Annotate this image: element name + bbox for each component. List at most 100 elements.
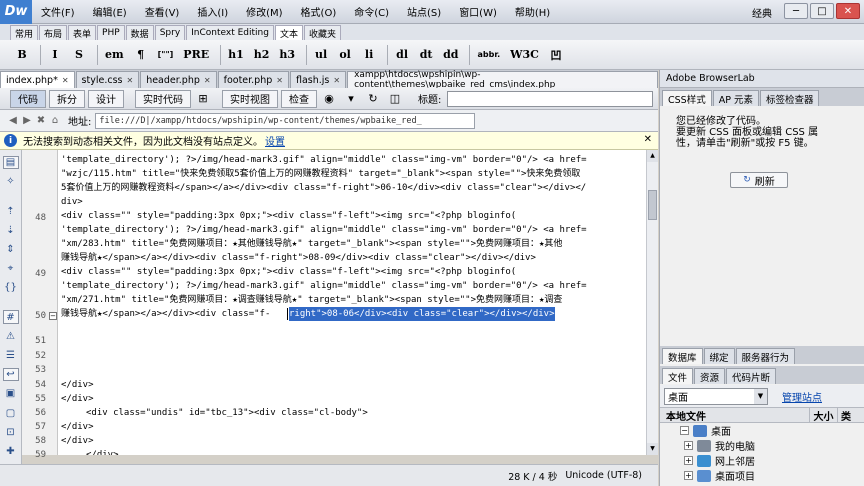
- highlight-invalid-code-icon[interactable]: ⚠: [3, 330, 19, 343]
- text-tool-11[interactable]: ol: [335, 44, 355, 66]
- code-editor[interactable]: 'template_directory'); ?>/img/head-mark3…: [58, 150, 646, 455]
- expand-icon[interactable]: +: [684, 456, 693, 465]
- setup-link[interactable]: 设置: [265, 133, 285, 148]
- info-close-icon[interactable]: ✕: [644, 134, 652, 145]
- close-tab-icon[interactable]: ✕: [333, 76, 340, 85]
- browser-check-icon[interactable]: ⊞: [194, 91, 212, 107]
- css-tab-0[interactable]: CSS样式: [662, 90, 712, 106]
- text-tool-15[interactable]: dd: [440, 44, 461, 66]
- menu-item-0[interactable]: 文件(F): [32, 4, 84, 19]
- text-tool-3[interactable]: em: [102, 44, 127, 66]
- title-input[interactable]: [447, 90, 654, 107]
- scroll-up-icon[interactable]: ▲: [647, 150, 658, 162]
- live-view-button[interactable]: 实时视图: [222, 89, 278, 108]
- close-tab-icon[interactable]: ✕: [62, 76, 69, 85]
- db-tab-0[interactable]: 数据库: [662, 348, 703, 364]
- files-tab-0[interactable]: 文件: [662, 368, 694, 384]
- insert-tab-1[interactable]: 布局: [39, 25, 68, 40]
- menu-item-8[interactable]: 窗口(W): [450, 4, 506, 19]
- menu-item-1[interactable]: 编辑(E): [84, 4, 136, 19]
- inspect-button[interactable]: 检查: [281, 89, 317, 108]
- browserlab-panel-header[interactable]: Adobe BrowserLab: [660, 70, 864, 88]
- text-tool-2[interactable]: S: [69, 44, 89, 66]
- text-tool-5[interactable]: [""]: [155, 44, 177, 66]
- stop-icon[interactable]: ✖: [34, 115, 48, 126]
- view-options-icon[interactable]: ◫: [386, 91, 404, 107]
- column-size[interactable]: 大小: [810, 407, 838, 423]
- css-tab-2[interactable]: 标签检查器: [759, 90, 820, 106]
- document-tab-0[interactable]: index.php* ✕: [0, 71, 75, 88]
- column-type[interactable]: 类: [838, 408, 851, 423]
- text-tool-16[interactable]: abbr.: [474, 44, 503, 66]
- back-icon[interactable]: ◀: [6, 115, 20, 126]
- text-tool-4[interactable]: ¶: [131, 44, 151, 66]
- files-tab-1[interactable]: 资源: [694, 368, 726, 384]
- collapse-full-tag-icon[interactable]: ⇡: [3, 204, 19, 217]
- collapse-icon[interactable]: −: [680, 426, 689, 435]
- refresh-icon[interactable]: ↻: [364, 91, 382, 107]
- expand-all-icon[interactable]: ⇕: [3, 243, 19, 256]
- apply-comment-icon[interactable]: ▣: [3, 387, 19, 400]
- text-tool-8[interactable]: h2: [251, 44, 273, 66]
- menu-item-6[interactable]: 命令(C): [345, 4, 398, 19]
- tree-item-2[interactable]: + 网上邻居: [684, 453, 755, 468]
- menu-item-3[interactable]: 插入(I): [188, 4, 237, 19]
- text-tool-7[interactable]: h1: [225, 44, 247, 66]
- insert-tab-5[interactable]: Spry: [154, 25, 186, 40]
- menu-item-4[interactable]: 修改(M): [237, 4, 291, 19]
- text-tool-10[interactable]: ul: [311, 44, 331, 66]
- menu-item-5[interactable]: 格式(O): [292, 4, 346, 19]
- preview-icon[interactable]: ▾: [342, 91, 360, 107]
- insert-tab-6[interactable]: InContext Editing: [186, 25, 274, 40]
- text-tool-14[interactable]: dt: [416, 44, 436, 66]
- address-input[interactable]: file:///D|/xampp/htdocs/wpshipin/wp-cont…: [95, 112, 476, 129]
- tree-item-1[interactable]: + 我的电脑: [684, 438, 755, 453]
- db-tab-2[interactable]: 服务器行为: [735, 348, 796, 364]
- tree-item-0[interactable]: − 桌面: [680, 423, 731, 438]
- globe-icon[interactable]: ◉: [320, 91, 338, 107]
- text-tool-1[interactable]: I: [45, 44, 65, 66]
- insert-tab-8[interactable]: 收藏夹: [303, 25, 341, 40]
- scroll-down-icon[interactable]: ▼: [647, 443, 658, 455]
- menu-item-9[interactable]: 帮助(H): [506, 4, 559, 19]
- workspace-switcher[interactable]: 经典: [752, 5, 772, 20]
- word-wrap-icon[interactable]: ↩: [2, 368, 19, 382]
- menu-item-7[interactable]: 站点(S): [398, 4, 450, 19]
- design-view-button[interactable]: 设计: [88, 89, 124, 108]
- code-view-button[interactable]: 代码: [10, 89, 46, 108]
- document-tab-3[interactable]: footer.php ✕: [217, 71, 289, 88]
- home-icon[interactable]: ⌂: [48, 115, 62, 126]
- text-tool-12[interactable]: li: [359, 44, 379, 66]
- forward-icon[interactable]: ▶: [20, 115, 34, 126]
- files-tab-2[interactable]: 代码片断: [726, 368, 777, 384]
- close-tab-icon[interactable]: ✕: [126, 76, 133, 85]
- manage-sites-link[interactable]: 管理站点: [782, 389, 822, 404]
- site-select[interactable]: 桌面 ▼: [664, 387, 768, 405]
- insert-tab-0[interactable]: 常用: [10, 25, 39, 40]
- insert-tab-3[interactable]: PHP: [97, 25, 125, 40]
- show-code-navigator-icon[interactable]: ✧: [3, 175, 19, 188]
- expand-icon[interactable]: +: [684, 441, 693, 450]
- text-tool-13[interactable]: dl: [392, 44, 412, 66]
- live-code-button[interactable]: 实时代码: [135, 89, 191, 108]
- fold-toggle-icon[interactable]: −: [49, 312, 57, 320]
- insert-tab-4[interactable]: 数据: [125, 25, 154, 40]
- text-tool-17[interactable]: W3C: [507, 44, 542, 66]
- close-tab-icon[interactable]: ✕: [276, 76, 283, 85]
- close-button[interactable]: ✕: [836, 3, 860, 19]
- css-refresh-button[interactable]: ↻ 刷新: [730, 172, 788, 188]
- editor-scrollbar[interactable]: ▲ ▼: [646, 150, 658, 455]
- split-view-button[interactable]: 拆分: [49, 89, 85, 108]
- text-tool-6[interactable]: PRE: [180, 44, 212, 66]
- collapse-selection-icon[interactable]: ⇣: [3, 224, 19, 237]
- db-tab-1[interactable]: 绑定: [703, 348, 735, 364]
- balance-braces-icon[interactable]: {}: [3, 281, 19, 294]
- line-numbers-icon[interactable]: #: [2, 310, 19, 324]
- document-tab-1[interactable]: style.css ✕: [75, 71, 140, 88]
- open-documents-icon[interactable]: ▤: [2, 156, 19, 170]
- maximize-button[interactable]: □: [810, 3, 834, 19]
- syntax-error-icon[interactable]: ☰: [3, 349, 19, 362]
- remove-comment-icon[interactable]: ▢: [3, 406, 19, 419]
- recent-snippets-icon[interactable]: ✚: [3, 445, 19, 458]
- document-tab-4[interactable]: flash.js ✕: [289, 71, 347, 88]
